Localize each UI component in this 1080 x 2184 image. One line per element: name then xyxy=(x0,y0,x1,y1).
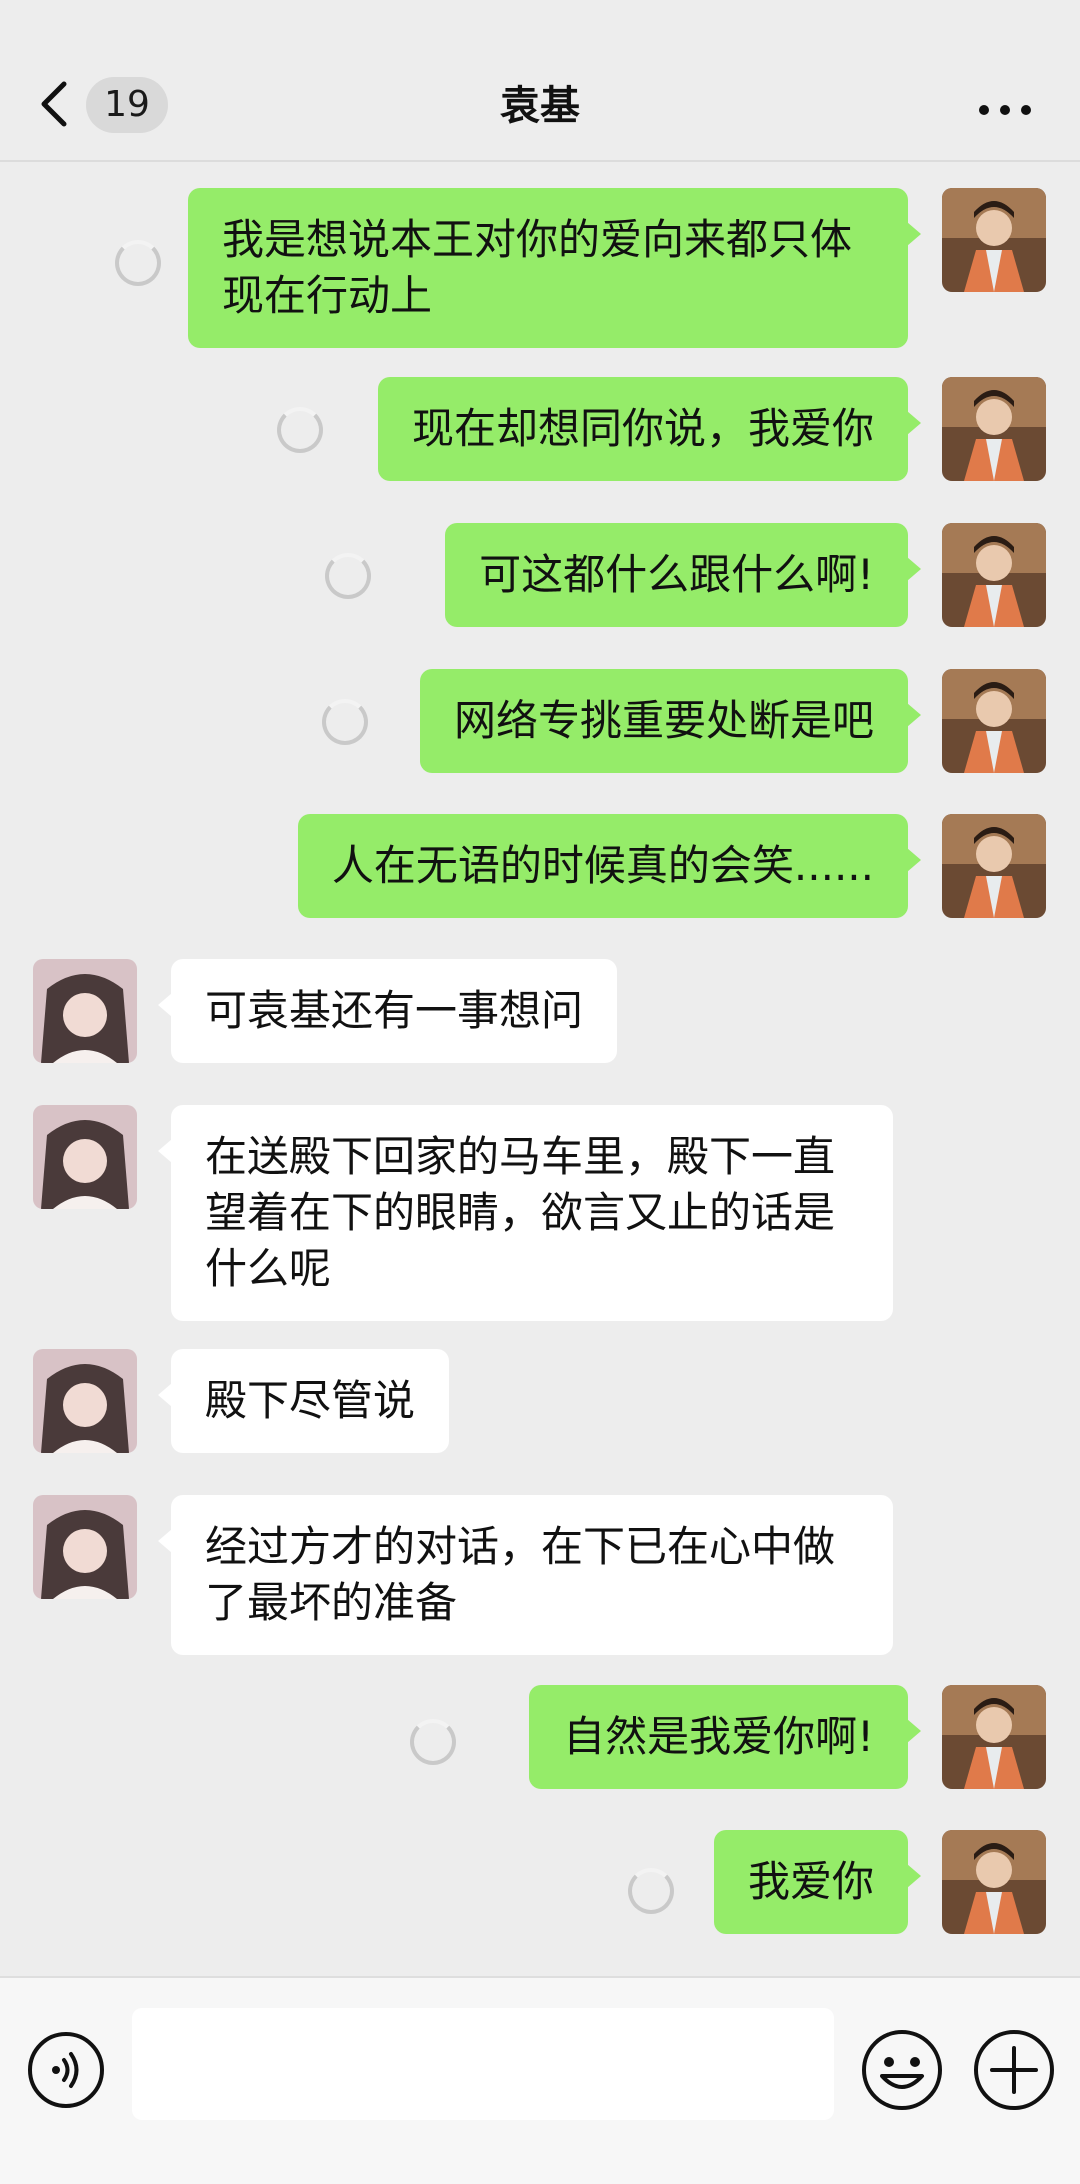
emoji-button[interactable] xyxy=(858,2026,946,2114)
message-row: 网络专挑重要处断是吧 xyxy=(0,669,1080,773)
message-row: 现在却想同你说，我爱你 xyxy=(0,377,1080,481)
incoming-message-bubble[interactable]: 在送殿下回家的马车里，殿下一直望着在下的眼睛，欲言又止的话是什么呢 xyxy=(158,1105,893,1321)
sending-spinner-icon xyxy=(322,699,368,745)
sending-spinner-icon xyxy=(325,553,371,599)
message-row: 殿下尽管说 xyxy=(0,1349,1080,1453)
plus-circle-icon xyxy=(974,2030,1054,2110)
more-button[interactable] xyxy=(970,88,1040,128)
my-avatar[interactable] xyxy=(942,1830,1046,1934)
contact-avatar[interactable] xyxy=(33,1349,137,1453)
more-functions-button[interactable] xyxy=(970,2026,1058,2114)
message-row: 在送殿下回家的马车里，殿下一直望着在下的眼睛，欲言又止的话是什么呢 xyxy=(0,1105,1080,1321)
contact-avatar[interactable] xyxy=(33,1105,137,1209)
chat-header: 19 袁基 xyxy=(0,0,1080,162)
message-row: 我爱你 xyxy=(0,1830,1080,1934)
message-row: 人在无语的时候真的会笑...... xyxy=(0,814,1080,918)
sending-spinner-icon xyxy=(628,1868,674,1914)
my-avatar[interactable] xyxy=(942,377,1046,481)
outgoing-message-bubble[interactable]: 现在却想同你说，我爱你 xyxy=(377,377,922,481)
contact-avatar[interactable] xyxy=(33,959,137,1063)
my-avatar[interactable] xyxy=(942,188,1046,292)
incoming-message-bubble[interactable]: 殿下尽管说 xyxy=(157,1349,450,1453)
outgoing-message-bubble[interactable]: 我是想说本王对你的爱向来都只体现在行动上 xyxy=(188,188,921,348)
message-input[interactable] xyxy=(132,2008,834,2120)
chat-screen: 19 袁基 我是想说本王对你的爱向来都只体现在行动上 现在却想同你说，我爱你 可… xyxy=(0,0,1080,2184)
incoming-message-bubble[interactable]: 经过方才的对话，在下已在心中做了最坏的准备 xyxy=(158,1495,893,1655)
voice-icon xyxy=(28,2032,104,2108)
input-toolbar xyxy=(0,1976,1080,2184)
emoji-icon xyxy=(862,2030,942,2110)
outgoing-message-bubble[interactable]: 人在无语的时候真的会笑...... xyxy=(297,814,922,918)
sending-spinner-icon xyxy=(410,1719,456,1765)
my-avatar[interactable] xyxy=(942,523,1046,627)
outgoing-message-bubble[interactable]: 网络专挑重要处断是吧 xyxy=(419,669,922,773)
contact-avatar[interactable] xyxy=(33,1495,137,1599)
outgoing-message-bubble[interactable]: 我爱你 xyxy=(713,1830,922,1934)
sending-spinner-icon xyxy=(115,240,161,286)
message-row: 经过方才的对话，在下已在心中做了最坏的准备 xyxy=(0,1495,1080,1655)
my-avatar[interactable] xyxy=(942,814,1046,918)
sending-spinner-icon xyxy=(277,407,323,453)
my-avatar[interactable] xyxy=(942,669,1046,773)
outgoing-message-bubble[interactable]: 可这都什么跟什么啊! xyxy=(445,523,921,627)
message-row: 可这都什么跟什么啊! xyxy=(0,523,1080,627)
message-row: 我是想说本王对你的爱向来都只体现在行动上 xyxy=(0,188,1080,348)
voice-button[interactable] xyxy=(24,2028,108,2112)
chat-title: 袁基 xyxy=(500,83,580,129)
my-avatar[interactable] xyxy=(942,1685,1046,1789)
message-row: 可袁基还有一事想问 xyxy=(0,959,1080,1063)
outgoing-message-bubble[interactable]: 自然是我爱你啊! xyxy=(529,1685,921,1789)
more-horizontal-icon xyxy=(979,105,1031,115)
incoming-message-bubble[interactable]: 可袁基还有一事想问 xyxy=(157,959,618,1063)
message-list[interactable]: 我是想说本王对你的爱向来都只体现在行动上 现在却想同你说，我爱你 可这都什么跟什… xyxy=(0,164,1080,1976)
message-row: 自然是我爱你啊! xyxy=(0,1685,1080,1789)
